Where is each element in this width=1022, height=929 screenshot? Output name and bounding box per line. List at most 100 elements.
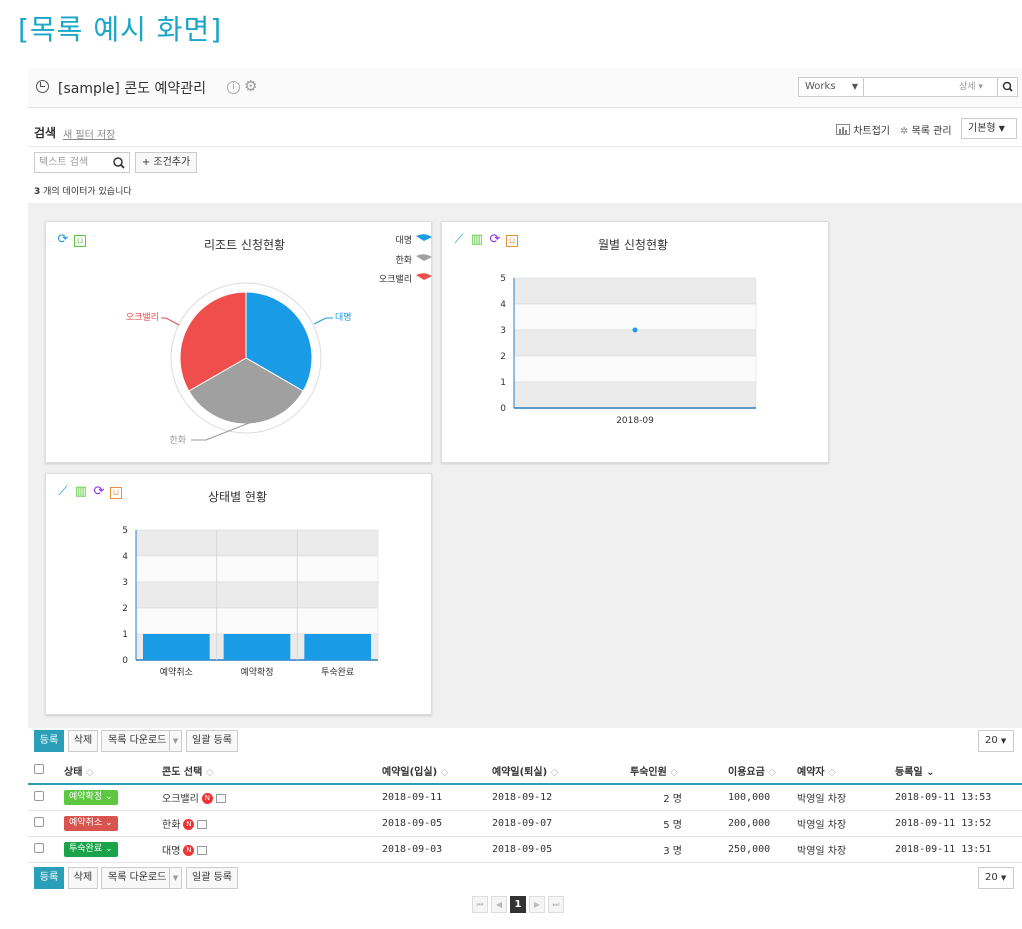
dropdown-arrow-icon: ▼ (1000, 737, 1007, 745)
line-point[interactable] (632, 327, 638, 333)
condo-cell: 한화 N (162, 810, 382, 837)
sort-icon: ◇ (670, 767, 678, 778)
select-all-cell (28, 758, 64, 785)
fee-cell: 100,000 (728, 784, 797, 811)
download-list-label: 목록 다운로드 (108, 872, 167, 883)
status-dropdown[interactable]: 투숙완료 ⌄ (64, 841, 118, 857)
row-select-cell (28, 784, 64, 811)
bulk-register-button[interactable]: 일괄 등록 (186, 730, 238, 752)
page-number-button[interactable]: 1 (510, 896, 526, 913)
status-bar-chart: 0 1 2 3 4 5 예약취소 예약확정 투숙완료 (122, 526, 379, 678)
pie-label-daemyung: 대명 (335, 312, 352, 323)
line-y-tick: 1 (500, 378, 506, 388)
bulk-register-button[interactable]: 일괄 등록 (186, 867, 238, 889)
prev-page-button[interactable]: ◀ (491, 896, 507, 913)
list-toolbar-top: 등록 삭제 목록 다운로드 ▼ 일괄 등록 20 ▼ (34, 730, 1022, 754)
search-icon (113, 157, 125, 169)
bar[interactable] (223, 634, 291, 660)
col-status[interactable]: 상태 ◇ (64, 758, 162, 785)
register-button[interactable]: 등록 (34, 867, 64, 889)
bar[interactable] (304, 634, 371, 660)
bar-x-tick: 예약확정 (240, 666, 273, 678)
popup-window-icon[interactable] (197, 820, 208, 829)
col-fee[interactable]: 이용요금 ◇ (728, 758, 797, 785)
row-checkbox[interactable] (34, 842, 44, 853)
pie-leader-daemyung (313, 317, 333, 325)
view-type-select[interactable]: 기본형 ▼ (961, 118, 1017, 139)
col-condo-label: 콘도 선택 (162, 767, 203, 778)
fee-cell: 250,000 (728, 836, 797, 863)
app-header: [sample] 콘도 예약관리 i ⚙ Works ▼ 상세 ▾ (28, 68, 1022, 108)
status-dropdown[interactable]: 예약취소 ⌄ (64, 815, 118, 831)
gear-icon[interactable]: ⚙ (244, 79, 257, 94)
page-heading: [목록 예시 화면] (18, 13, 223, 46)
condo-name[interactable]: 대명 (162, 846, 180, 857)
table-row[interactable]: 예약취소 ⌄ 한화 N 2018-09-05 2018-09-07 5 명 200,000 박… (28, 810, 1022, 837)
chart-area: ⟳ ⊔ 리조트 신청현황 대명 한화 오크밸리 대명 오크밸리 한화 ⟋ ▥ ⟳… (28, 203, 1022, 728)
status-label: 예약확정 (69, 791, 103, 802)
checkin-cell: 2018-09-05 (382, 810, 492, 837)
works-detail-toggle[interactable]: 상세 ▾ (959, 78, 983, 96)
checkout-cell: 2018-09-07 (492, 810, 630, 837)
col-checkout-label: 예약일(퇴실) (492, 767, 548, 778)
condo-cell: 오크밸리 N (162, 784, 382, 811)
new-badge-icon: N (183, 845, 195, 856)
download-list-button[interactable]: 목록 다운로드 ▼ (101, 867, 182, 889)
bar-y-tick: 1 (122, 630, 128, 640)
text-search-input[interactable]: 텍스트 검색 (34, 152, 130, 173)
line-grid-band (513, 355, 757, 383)
chart-fold-button[interactable]: 차트접기 (836, 122, 890, 137)
legend-label-hanwha: 한화 (395, 255, 412, 266)
page-size-select[interactable]: 20 ▼ (978, 867, 1014, 889)
table-row[interactable]: 예약확정 ⌄ 오크밸리 N 2018-09-11 2018-09-12 2 명 100,00… (28, 784, 1022, 811)
status-label: 예약취소 (69, 817, 103, 828)
row-checkbox[interactable] (34, 790, 44, 801)
page-size-select[interactable]: 20 ▼ (978, 730, 1014, 752)
add-condition-button[interactable]: + 조건추가 (135, 152, 197, 173)
col-checkin[interactable]: 예약일(입실) ◇ (382, 758, 492, 785)
last-page-button[interactable]: ⏭ (548, 896, 564, 913)
col-guests[interactable]: 투숙인원 ◇ (630, 758, 728, 785)
save-filter-link[interactable]: 새 필터 저장 (63, 126, 115, 141)
register-button[interactable]: 등록 (34, 730, 64, 752)
clock-icon (36, 80, 49, 93)
select-all-checkbox[interactable] (34, 764, 44, 774)
col-registered[interactable]: 등록일 ⌄ (895, 758, 1022, 785)
sort-icon: ◇ (205, 767, 214, 778)
fee-cell: 200,000 (728, 810, 797, 837)
first-page-button[interactable]: ⏮ (472, 896, 488, 913)
row-checkbox[interactable] (34, 816, 44, 827)
download-list-button[interactable]: 목록 다운로드 ▼ (101, 730, 182, 752)
status-cell: 예약확정 ⌄ (64, 784, 162, 811)
info-icon[interactable]: i (227, 81, 240, 94)
next-page-button[interactable]: ▶ (529, 896, 545, 913)
list-toolbar-bottom: 등록 삭제 목록 다운로드 ▼ 일괄 등록 20 ▼ (34, 867, 1022, 891)
status-dropdown[interactable]: 예약확정 ⌄ (64, 789, 118, 805)
search-button[interactable] (997, 78, 1017, 96)
delete-button[interactable]: 삭제 (68, 867, 98, 889)
line-x-tick: 2018-09 (616, 416, 654, 426)
works-select[interactable]: Works ▼ (799, 78, 864, 96)
col-condo[interactable]: 콘도 선택 ◇ (162, 758, 382, 785)
table-row[interactable]: 투숙완료 ⌄ 대명 N 2018-09-03 2018-09-05 3 명 250,000 박… (28, 836, 1022, 863)
works-detail-label: 상세 (959, 82, 976, 92)
bar-y-tick: 4 (122, 552, 128, 562)
col-checkout[interactable]: 예약일(퇴실) ◇ (492, 758, 630, 785)
popup-window-icon[interactable] (215, 794, 226, 804)
condo-name[interactable]: 오크밸리 (162, 794, 199, 805)
line-grid-band (513, 303, 757, 331)
popup-window-icon[interactable] (197, 846, 208, 855)
delete-button[interactable]: 삭제 (68, 730, 98, 752)
bar-x-tick: 투숙완료 (321, 667, 354, 678)
table-header-row: 상태 ◇ 콘도 선택 ◇ 예약일(입실) ◇ 예약일(퇴실) ◇ 투숙인원 ◇ … (28, 758, 1022, 785)
col-guests-label: 투숙인원 (630, 767, 667, 778)
pie-label-hanwha: 한화 (169, 435, 186, 446)
list-management-button[interactable]: ✲ 목록 관리 (900, 122, 952, 137)
sort-icon: ◇ (828, 767, 836, 778)
bar[interactable] (143, 634, 210, 660)
col-booker[interactable]: 예약자 ◇ (797, 758, 895, 785)
page-size-value: 20 (985, 872, 998, 883)
table-body: 예약확정 ⌄ 오크밸리 N 2018-09-11 2018-09-12 2 명 100,00… (28, 784, 1022, 863)
status-cell: 예약취소 ⌄ (64, 810, 162, 837)
condo-name[interactable]: 한화 (162, 820, 180, 831)
